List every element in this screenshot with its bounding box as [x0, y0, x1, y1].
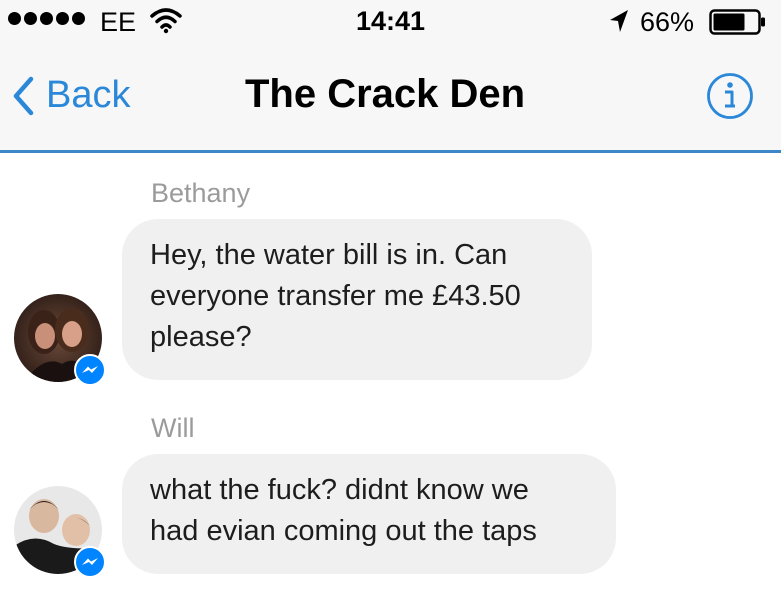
sender-name: Bethany [151, 178, 251, 208]
location-arrow-icon [610, 10, 628, 32]
conversation-title: The Crack Den [245, 72, 526, 116]
sender-name: Will [151, 413, 195, 443]
back-label: Back [46, 74, 131, 116]
message-text-line: had evian coming out the taps [150, 515, 537, 547]
battery-icon [709, 9, 765, 35]
back-button[interactable]: Back [12, 74, 130, 117]
message-text-line: what the fuck? didnt know we [150, 474, 529, 506]
message-bubble[interactable]: what the fuck? didnt know we had evian c… [122, 454, 616, 574]
chevron-left-icon [13, 76, 34, 115]
message-text-line: please? [150, 321, 252, 353]
info-icon[interactable] [706, 72, 754, 120]
battery-percentage: 66% [640, 7, 695, 37]
messenger-badge-icon [74, 354, 106, 386]
messenger-badge-icon [74, 546, 106, 578]
message-text-line: Hey, the water bill is in. Can [150, 239, 508, 271]
messenger-screen: EE 14:41 66% Back The Crack Den Bethany … [0, 0, 781, 600]
status-bar: EE 14:41 66% [0, 0, 781, 44]
nav-bar: Back The Crack Den [0, 44, 781, 153]
message-text-line: everyone transfer me £43.50 [150, 280, 521, 312]
message-bubble[interactable]: Hey, the water bill is in. Can everyone … [122, 219, 592, 380]
